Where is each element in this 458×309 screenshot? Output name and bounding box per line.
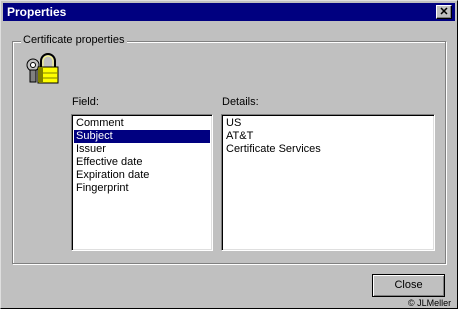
details-line: Certificate Services [226,143,321,155]
details-line: AT&T [226,130,254,142]
field-listbox[interactable]: Comment Subject Issuer Effective date Expira… [71,114,213,251]
field-list-item[interactable]: Fingerprint [74,182,210,195]
certificate-lock-icon [26,53,59,84]
field-list-item[interactable]: Effective date [74,156,210,169]
field-list-item[interactable]: Subject [74,130,210,143]
copyright-text: © JLMeller [408,298,452,308]
field-list-item[interactable]: Expiration date [74,169,210,182]
title-bar[interactable]: Properties ✕ [3,3,455,21]
close-icon[interactable]: ✕ [436,5,452,19]
field-list-item[interactable]: Comment [74,117,210,130]
close-button[interactable]: Close [372,274,445,297]
details-box: US AT&T Certificate Services [221,114,435,251]
field-list-item[interactable]: Issuer [74,143,210,156]
details-label: Details: [222,96,259,108]
group-label: Certificate properties [21,34,127,47]
details-line: US [226,117,242,129]
properties-dialog: Properties ✕ Certificate properties Fiel… [0,0,458,309]
window-title: Properties [7,5,67,19]
field-label: Field: [72,96,99,108]
